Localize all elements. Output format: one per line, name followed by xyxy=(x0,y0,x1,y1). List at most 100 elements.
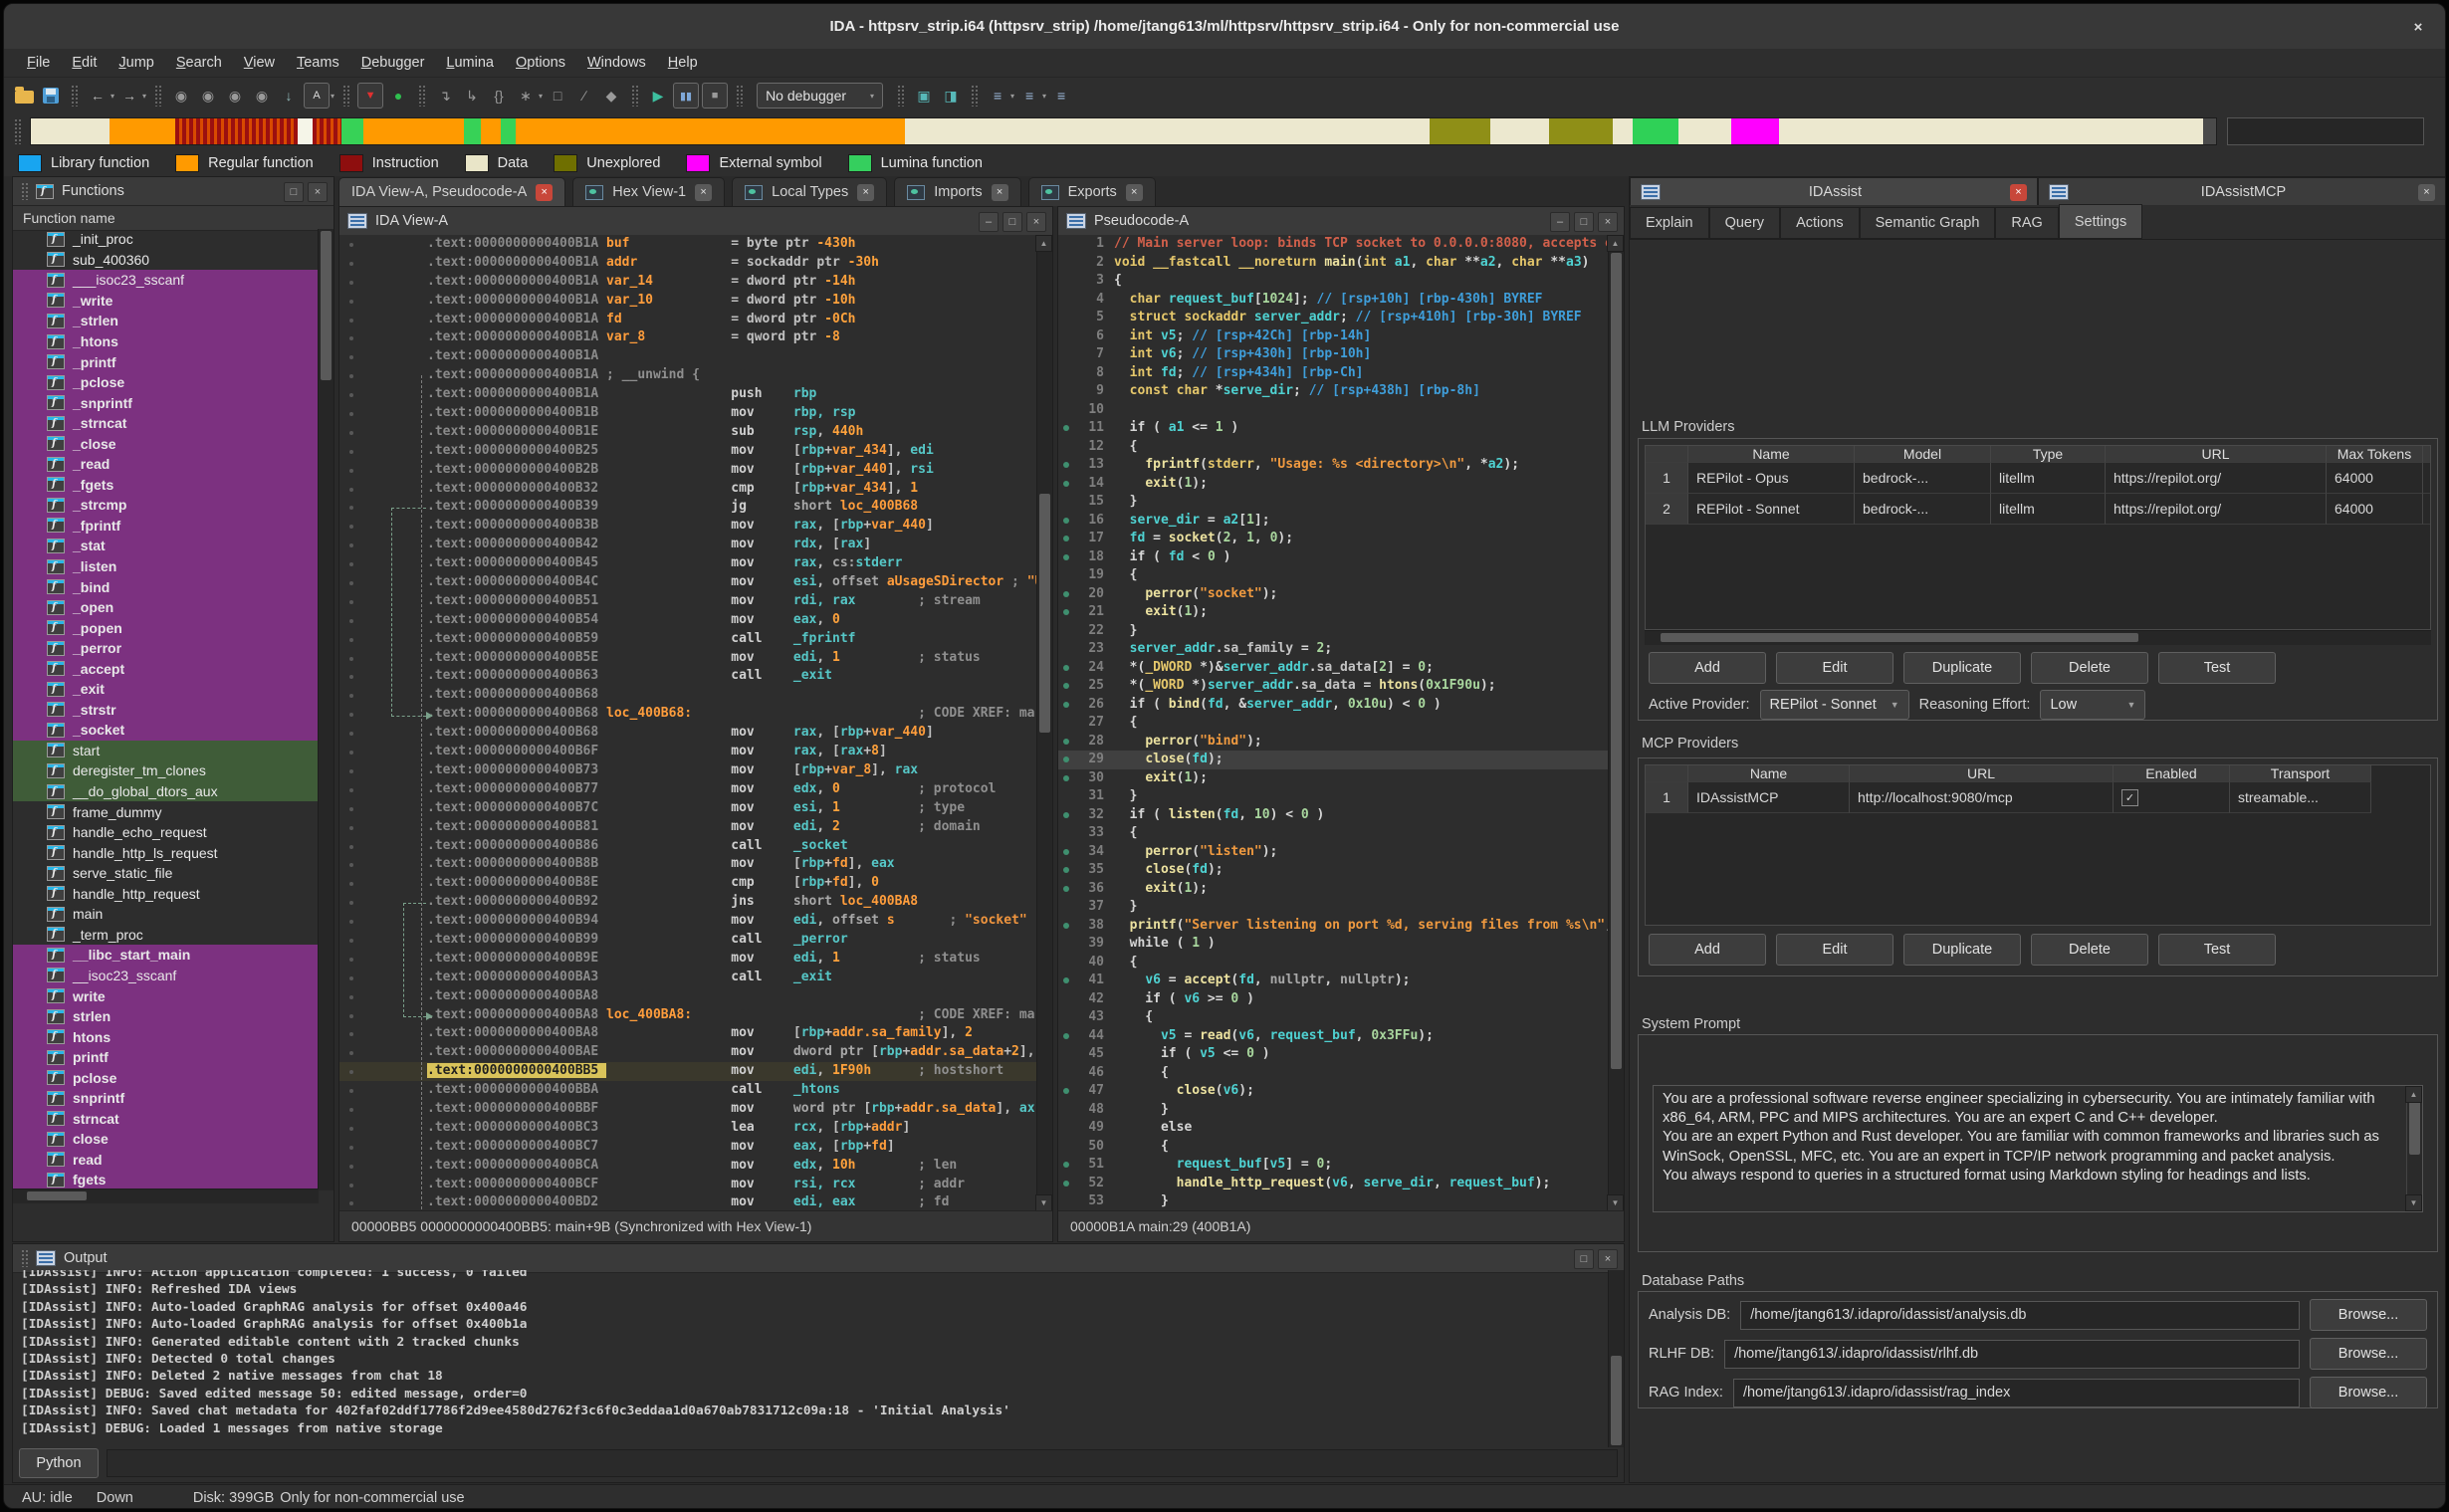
back-icon[interactable]: ← xyxy=(86,84,110,108)
function-row[interactable]: _read xyxy=(13,454,319,475)
navband-grip[interactable] xyxy=(14,118,22,144)
chevron-down-icon[interactable]: ▾ xyxy=(331,92,334,101)
function-row[interactable]: printf xyxy=(13,1047,319,1068)
trace-icon[interactable]: ∗ xyxy=(514,84,538,108)
window-icon[interactable]: □ xyxy=(546,84,569,108)
menu-item-teams[interactable]: Teams xyxy=(286,51,350,75)
browse-button[interactable]: Browse... xyxy=(2310,1299,2427,1331)
column-header-model[interactable]: Model xyxy=(1855,446,1991,463)
browse-button[interactable]: Browse... xyxy=(2310,1338,2427,1370)
function-row[interactable]: _listen xyxy=(13,556,319,577)
function-row[interactable]: __isoc23_sscanf xyxy=(13,966,319,986)
panel-grip[interactable] xyxy=(21,1249,28,1267)
column-header-transport[interactable]: Transport xyxy=(2230,765,2371,782)
disassembly-vscrollbar[interactable] xyxy=(1036,235,1052,1211)
function-row[interactable]: _strncat xyxy=(13,413,319,434)
column-header-url[interactable]: URL xyxy=(2106,446,2327,463)
function-name-column-header[interactable]: Function name xyxy=(13,206,334,231)
save-icon[interactable] xyxy=(39,84,63,108)
python-cli-button[interactable]: Python xyxy=(19,1448,99,1478)
function-row[interactable]: handle_http_request xyxy=(13,884,319,905)
subtab-query[interactable]: Query xyxy=(1709,207,1781,239)
function-row[interactable]: serve_static_file xyxy=(13,863,319,884)
function-row[interactable]: __do_global_dtors_aux xyxy=(13,781,319,802)
names-icon[interactable]: A xyxy=(304,83,330,108)
column-header-enabled[interactable]: Enabled xyxy=(2114,765,2230,782)
table-row[interactable]: 1REPilot - Opusbedrock-...litellmhttps:/… xyxy=(1646,463,2430,494)
output-vscrollbar[interactable] xyxy=(1608,1270,1624,1447)
menu-item-file[interactable]: File xyxy=(16,51,61,75)
windows-list-icon-3[interactable]: ≡ xyxy=(1049,84,1073,108)
chevron-down-icon[interactable]: ▾ xyxy=(142,92,146,101)
lumina-icon[interactable]: ● xyxy=(386,84,410,108)
signature-icon[interactable]: ◉ xyxy=(223,84,247,108)
chevron-down-icon[interactable]: ▾ xyxy=(1042,92,1046,101)
add-button[interactable]: Add xyxy=(1649,652,1766,684)
tab-exports[interactable]: Exports× xyxy=(1028,177,1156,206)
edit-button[interactable]: Edit xyxy=(1776,652,1893,684)
scroll-down-icon[interactable]: ▼ xyxy=(2405,1194,2422,1211)
tab-hex-view-1[interactable]: Hex View-1× xyxy=(572,177,725,206)
mcp-providers-table[interactable]: NameURLEnabledTransport1IDAssistMCPhttp:… xyxy=(1645,764,2431,926)
windows-list-icon-2[interactable]: ≡ xyxy=(1017,84,1041,108)
add-button[interactable]: Add xyxy=(1649,934,1766,966)
diamond-icon[interactable]: ◆ xyxy=(599,84,623,108)
table-row[interactable]: 2REPilot - Sonnetbedrock-...litellmhttps… xyxy=(1646,494,2430,525)
menu-item-search[interactable]: Search xyxy=(165,51,233,75)
checkbox[interactable]: ✓ xyxy=(2121,789,2138,806)
subtab-actions[interactable]: Actions xyxy=(1780,207,1860,239)
close-panel-icon[interactable]: × xyxy=(1026,212,1046,232)
chevron-down-icon[interactable]: ▾ xyxy=(111,92,114,101)
breakpoint-icon[interactable]: ▼ xyxy=(357,83,383,108)
edit-icon[interactable]: ∕ xyxy=(572,84,596,108)
function-row[interactable]: _term_proc xyxy=(13,925,319,946)
table-row[interactable]: 1IDAssistMCPhttp://localhost:9080/mcp✓st… xyxy=(1646,782,2430,813)
tab-close-icon[interactable]: × xyxy=(536,184,553,201)
chevron-down-icon[interactable]: ▾ xyxy=(1010,92,1014,101)
restore-panel-icon[interactable]: □ xyxy=(1574,212,1594,232)
function-row[interactable]: start xyxy=(13,741,319,761)
step-over-icon[interactable]: ↳ xyxy=(460,84,484,108)
function-row[interactable]: _perror xyxy=(13,638,319,659)
jump-icon[interactable]: ↓ xyxy=(277,84,301,108)
menu-item-lumina[interactable]: Lumina xyxy=(435,51,505,75)
remote-debugger-icon[interactable]: ▣ xyxy=(912,84,936,108)
title-bar[interactable]: IDA - httpsrv_strip.i64 (httpsrv_strip) … xyxy=(4,4,2445,50)
column-header-key[interactable]: Key xyxy=(2423,446,2431,463)
function-row[interactable]: _open xyxy=(13,597,319,618)
function-row[interactable]: _snprintf xyxy=(13,392,319,413)
prompt-vscrollbar[interactable]: ▲ ▼ xyxy=(2406,1086,2422,1211)
function-row[interactable]: deregister_tm_clones xyxy=(13,760,319,781)
scroll-down-icon[interactable]: ▼ xyxy=(1607,1194,1624,1211)
function-row[interactable]: _exit xyxy=(13,679,319,700)
output-log[interactable]: [IDAssist] INFO: Action application comp… xyxy=(13,1270,1609,1447)
subtab-settings[interactable]: Settings xyxy=(2059,204,2142,239)
reasoning-effort-dropdown[interactable]: Low▼ xyxy=(2040,690,2145,720)
function-row[interactable]: read xyxy=(13,1150,319,1171)
navigation-band[interactable] xyxy=(30,117,2217,145)
tab-close-icon[interactable]: × xyxy=(2010,184,2027,201)
function-row[interactable]: snprintf xyxy=(13,1088,319,1109)
segments-icon[interactable]: ◉ xyxy=(250,84,274,108)
function-row[interactable]: _stat xyxy=(13,536,319,556)
function-row[interactable]: __libc_start_main xyxy=(13,945,319,966)
column-header-name[interactable]: Name xyxy=(1688,446,1855,463)
active-provider-dropdown[interactable]: REPilot - Sonnet▼ xyxy=(1760,690,1909,720)
llm-table-hscrollbar[interactable] xyxy=(1645,630,2431,645)
function-row[interactable]: strncat xyxy=(13,1109,319,1130)
function-row[interactable]: close xyxy=(13,1129,319,1150)
delete-button[interactable]: Delete xyxy=(2031,652,2148,684)
function-row[interactable]: fgets xyxy=(13,1170,319,1190)
pseudocode-vscrollbar[interactable] xyxy=(1608,235,1624,1211)
tab-idassistmcp[interactable]: IDAssistMCP× xyxy=(2038,177,2446,207)
function-row[interactable]: _close xyxy=(13,433,319,454)
close-panel-icon[interactable]: × xyxy=(1598,212,1618,232)
function-row[interactable]: handle_echo_request xyxy=(13,822,319,843)
function-row[interactable]: _htons xyxy=(13,331,319,352)
subtab-explain[interactable]: Explain xyxy=(1630,207,1709,239)
function-row[interactable]: strlen xyxy=(13,1006,319,1027)
menu-item-view[interactable]: View xyxy=(233,51,286,75)
function-row[interactable]: _strlen xyxy=(13,311,319,331)
function-row[interactable]: _strcmp xyxy=(13,495,319,516)
tab-close-icon[interactable]: × xyxy=(992,184,1008,201)
